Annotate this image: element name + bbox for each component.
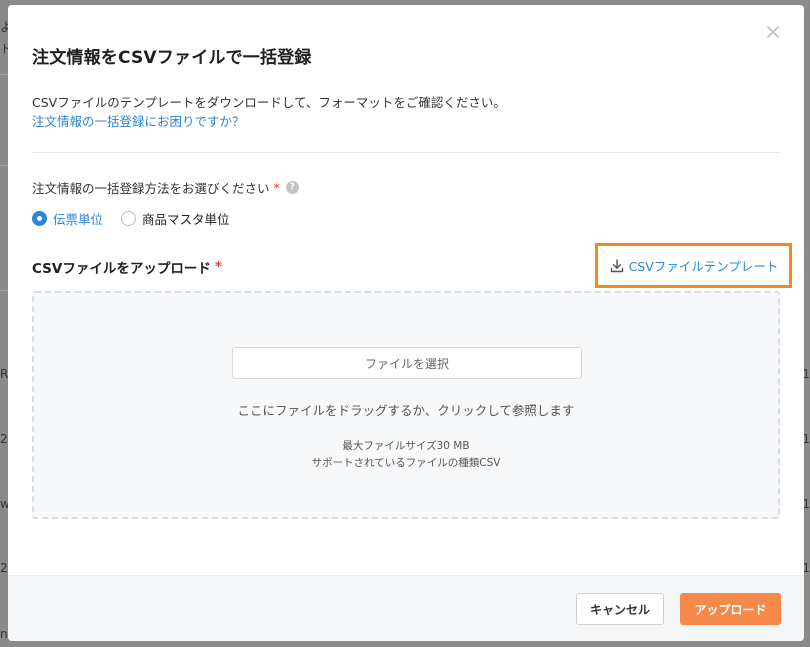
radio-unchecked-icon [121,211,137,226]
template-button-label: CSVファイルテンプレート [628,259,779,274]
max-file-size: 最大ファイルサイズ30 MB [342,440,470,452]
drop-hint: ここにファイルをドラッグするか、クリックして参照します [237,403,575,418]
method-label-text: 注文情報の一括登録方法をお選びください [32,181,270,196]
radio-product-master-unit[interactable]: 商品マスタ単位 [121,209,230,228]
required-mark: * [214,259,222,275]
close-button[interactable] [764,23,782,41]
modal-title: 注文情報をCSVファイルで一括登録 [32,48,312,68]
bg-divider [0,74,8,75]
bg-fragment: 2 [0,561,8,575]
bg-divider [0,290,8,291]
radio-label: 伝票単位 [53,212,104,227]
csv-upload-modal: 注文情報をCSVファイルで一括登録 CSVファイルのテンプレートをダウンロードし… [8,5,804,641]
bg-divider [0,165,8,166]
help-icon[interactable]: ? [285,181,299,194]
upload-button[interactable]: アップロード [680,593,781,625]
required-mark: * [273,180,280,195]
modal-footer: キャンセル アップロード [8,575,804,641]
method-radio-group: 伝票単位 商品マスタ単位 [32,209,230,228]
upload-label: CSVファイルをアップロード * [32,257,222,277]
help-link[interactable]: 注文情報の一括登録にお困りですか？ [32,111,245,130]
modal-description: CSVファイルのテンプレートをダウンロードして、フォーマットをご確認ください。 [32,95,506,110]
method-label: 注文情報の一括登録方法をお選びください * ? [32,178,299,197]
bg-fragment: 2 [0,432,8,446]
file-dropzone[interactable]: ファイルを選択 ここにファイルをドラッグするか、クリックして参照します 最大ファ… [32,291,780,519]
radio-label: 商品マスタ単位 [142,212,230,227]
radio-checked-icon [32,211,47,226]
close-icon [767,26,779,38]
bg-fragment: n [0,627,8,641]
supported-file-types: サポートされているファイルの種類CSV [311,457,501,469]
section-divider [32,152,780,153]
cancel-button[interactable]: キャンセル [576,593,664,625]
select-file-button[interactable]: ファイルを選択 [232,347,582,379]
upload-label-text: CSVファイルをアップロード [32,261,211,277]
csv-template-download-button[interactable]: CSVファイルテンプレート [595,243,792,288]
radio-slip-unit[interactable]: 伝票単位 [32,209,103,228]
download-icon [610,258,623,272]
